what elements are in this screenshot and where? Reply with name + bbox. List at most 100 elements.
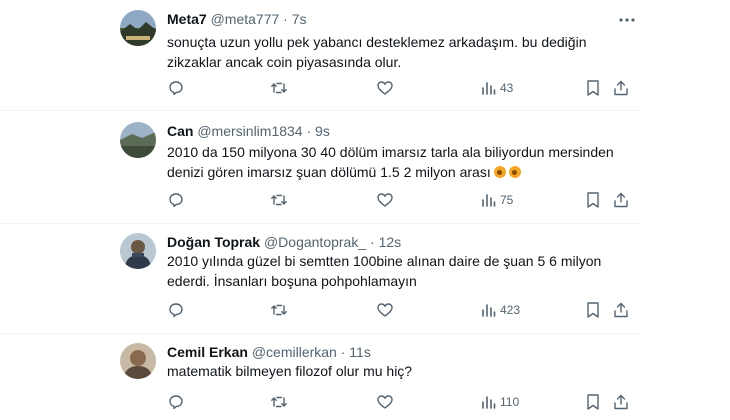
like-icon [376,191,394,209]
tweet[interactable]: Cemil Erkan @cemillerkan · 11s matematik… [0,333,642,420]
avatar[interactable] [120,233,156,269]
tweet-actions: 43 [167,78,637,98]
tweet-text: matematik bilmeyen filozof olur mu hiç? [167,361,617,381]
avatar[interactable] [120,122,156,158]
bookmark-icon [585,393,601,411]
views-button[interactable]: 110 [480,392,519,412]
share-icon [613,393,629,411]
retweet-button[interactable] [270,300,288,320]
tweet-text-segment: denizi gören imarsız şuan dölümü 1.5 2 m… [167,164,491,180]
like-button[interactable] [376,190,394,210]
views-button[interactable]: 423 [480,300,520,320]
display-name[interactable]: Cemil Erkan [167,344,248,360]
views-count: 75 [500,193,514,207]
views-button[interactable]: 75 [480,190,513,210]
views-count: 110 [500,395,520,409]
user-handle[interactable]: @meta777 [211,11,280,27]
tweet-text-line: 2010 da 150 milyona 30 40 dölüm imarsız … [167,144,614,160]
separator-dot: · [283,11,288,27]
reply-button[interactable] [167,392,185,412]
separator-dot: · [340,344,346,360]
like-button[interactable] [376,392,394,412]
retweet-button[interactable] [270,78,288,98]
avatar[interactable] [120,10,156,46]
tweet-actions: 423 [167,300,637,320]
user-handle[interactable]: @cemillerkan [252,344,337,360]
tweet-text-line: ederdi. İnsanları boşuna pohpohlamayın [167,273,417,289]
retweet-button[interactable] [270,190,288,210]
views-icon [480,192,496,208]
tweet-text-line: 2010 yılında güzel bi semtten 100bine al… [167,253,602,269]
views-count: 43 [500,81,514,95]
tweet-header: Meta7 @meta777 · 7s [167,10,307,28]
tweet-header: Doğan Toprak @Dogantoprak_ · 12s [167,233,401,251]
like-icon [376,393,394,411]
bookmark-button[interactable] [585,190,601,210]
reply-button[interactable] [167,190,185,210]
bookmark-icon [585,79,601,97]
tweet-actions: 110 [167,392,637,412]
tweet-actions: 75 [167,190,637,210]
bookmark-icon [585,301,601,319]
timestamp[interactable]: 7s [292,11,307,27]
share-icon [613,79,629,97]
user-handle[interactable]: @mersinlim1834 [197,123,302,139]
tweet-feed: Meta7 @meta777 · 7s sonuçta uzun yollu p… [0,0,730,420]
share-button[interactable] [613,300,629,320]
reply-button[interactable] [167,78,185,98]
bookmark-button[interactable] [585,392,601,412]
like-button[interactable] [376,78,394,98]
retweet-icon [270,301,288,319]
tweet-text-line: matematik bilmeyen filozof olur mu hiç? [167,363,413,379]
timestamp[interactable]: 9s [315,123,330,139]
views-icon [480,302,496,318]
like-icon [376,79,394,97]
display-name[interactable]: Can [167,123,193,139]
bookmark-button[interactable] [585,300,601,320]
share-button[interactable] [613,190,629,210]
share-button[interactable] [613,78,629,98]
tweet[interactable]: Doğan Toprak @Dogantoprak_ · 12s 2010 yı… [0,223,642,334]
retweet-icon [270,191,288,209]
share-icon [613,191,629,209]
face-emoji-icon [508,166,521,178]
reply-icon [167,393,185,411]
retweet-icon [270,393,288,411]
tweet[interactable]: Can @mersinlim1834 · 9s 2010 da 150 mily… [0,110,642,224]
user-handle[interactable]: @Dogantoprak_ [264,234,366,250]
tweet-text: 2010 da 150 milyona 30 40 dölüm imarsız … [167,142,617,182]
tweet[interactable]: Meta7 @meta777 · 7s sonuçta uzun yollu p… [0,0,642,111]
tweet-text-line: sonuçta uzun yollu pek yabancı desteklem… [167,34,587,50]
reply-icon [167,191,185,209]
timestamp[interactable]: 11s [349,344,371,360]
separator-dot: · [370,234,375,250]
tweet-text-line: zikzaklar ancak coin piyasasında olur. [167,54,402,70]
more-horizontal-icon[interactable] [617,10,637,30]
face-emoji-icon [493,166,506,178]
timestamp[interactable]: 12s [379,234,402,250]
bookmark-button[interactable] [585,78,601,98]
share-button[interactable] [613,392,629,412]
display-name[interactable]: Meta7 [167,11,207,27]
views-icon [480,80,496,96]
share-icon [613,301,629,319]
tweet-text-line: denizi gören imarsız şuan dölümü 1.5 2 m… [167,162,617,182]
tweet-text: 2010 yılında güzel bi semtten 100bine al… [167,251,617,291]
reply-button[interactable] [167,300,185,320]
avatar[interactable] [120,343,156,379]
views-count: 423 [500,303,521,317]
retweet-icon [270,79,288,97]
tweet-header: Cemil Erkan @cemillerkan · 11s [167,343,371,361]
tweet-text: sonuçta uzun yollu pek yabancı desteklem… [167,32,617,72]
retweet-button[interactable] [270,392,288,412]
reply-icon [167,79,185,97]
bookmark-icon [585,191,601,209]
views-button[interactable]: 43 [480,78,513,98]
separator-dot: · [306,123,312,139]
views-icon [480,394,496,410]
like-button[interactable] [376,300,394,320]
tweet-header: Can @mersinlim1834 · 9s [167,122,330,140]
reply-icon [167,301,185,319]
display-name[interactable]: Doğan Toprak [167,234,260,250]
like-icon [376,301,394,319]
